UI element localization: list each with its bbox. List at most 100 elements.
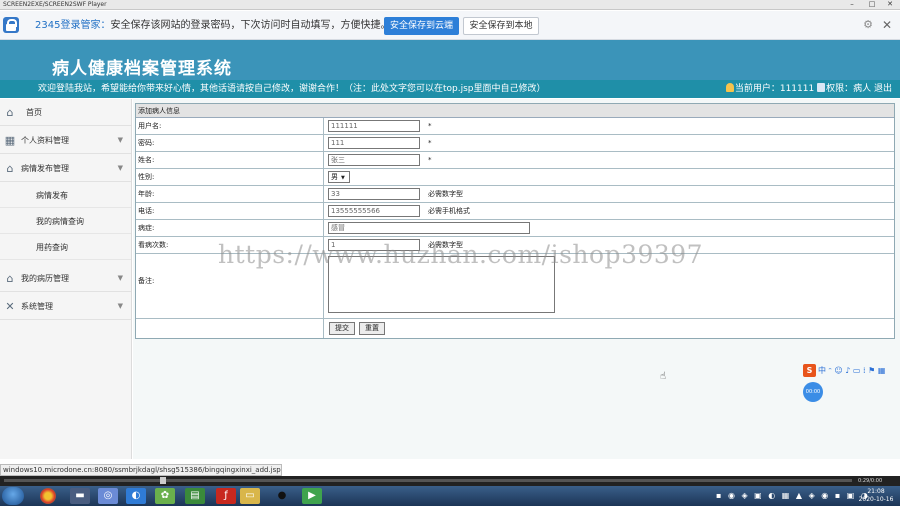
watermark: https://www.huzhan.com/ishop39397 bbox=[218, 240, 704, 269]
sidebar-item-profile[interactable]: ▦ 个人资料管理 ▼ bbox=[0, 127, 131, 154]
password-manager-bar: 2345登录管家：安全保存该网站的登录密码，下次访问时自动填写，方便快捷。 安全… bbox=[0, 11, 900, 40]
seek-knob[interactable] bbox=[160, 477, 166, 484]
excel-icon[interactable]: ▤ bbox=[185, 488, 205, 504]
lock-icon bbox=[3, 17, 19, 33]
gender-value: 男 bbox=[331, 173, 338, 181]
name-input[interactable]: 张三 bbox=[328, 154, 420, 166]
form-row-age: 年龄: 33 必需数字型 bbox=[136, 186, 894, 203]
required-mark: * bbox=[428, 139, 432, 147]
sidebar-item-records[interactable]: ⌂ 我的病历管理 ▼ bbox=[0, 265, 131, 292]
chevron-down-icon: ▼ bbox=[117, 136, 123, 144]
gender-select[interactable]: 男 ▼ bbox=[328, 171, 350, 183]
field-hint: 必需数字型 bbox=[428, 190, 463, 198]
form-row-password: 密码: 111 * bbox=[136, 135, 894, 152]
chrome-icon[interactable] bbox=[40, 488, 56, 504]
player-time: 0:29/0:00 bbox=[858, 478, 883, 484]
patient-form: 添加病人信息 用户名: 111111 * 密码: 111 * 姓名: 张三 * … bbox=[135, 103, 895, 339]
folder-icon[interactable]: ▬ bbox=[70, 488, 90, 504]
taskbar: ▬ ◎ ◐ ✿ ▤ ƒ ▭ ● ▶ ▪ ◉ ◈ ▣ ◐ ▦ ▲ ◈ ◉ ▪ ▣ … bbox=[0, 486, 900, 506]
role-label: 权限： bbox=[826, 84, 854, 94]
username-input[interactable]: 111111 bbox=[328, 120, 420, 132]
user-info: 当前用户：111111 权限：病人 退出 bbox=[725, 80, 892, 98]
home-icon: ⌂ bbox=[6, 162, 14, 175]
hand-cursor-icon: ☝ bbox=[660, 371, 667, 382]
window-close-button[interactable]: ✕ bbox=[880, 0, 900, 9]
field-label: 性别: bbox=[138, 169, 324, 185]
sidebar-item-label: 我的病历管理 bbox=[21, 274, 69, 283]
flash-icon[interactable]: ƒ bbox=[216, 488, 236, 504]
clock-date: 2020-10-16 bbox=[858, 496, 894, 503]
actions-label-cell bbox=[138, 319, 324, 338]
submit-button[interactable]: 提交 bbox=[329, 322, 355, 335]
player-seek-bar[interactable]: 0:29/0:00 bbox=[0, 476, 900, 486]
form-row-gender: 性别: 男 ▼ bbox=[136, 169, 894, 186]
illness-input[interactable]: 感冒 bbox=[328, 222, 530, 234]
chevron-down-icon: ▼ bbox=[117, 302, 123, 310]
main-content: 添加病人信息 用户名: 111111 * 密码: 111 * 姓名: 张三 * … bbox=[133, 99, 900, 459]
sidebar: ⌂ 首页 ▦ 个人资料管理 ▼ ⌂ 病情发布管理 ▼ 病情发布 我的病情查询 用… bbox=[0, 99, 132, 459]
chevron-down-icon: ▼ bbox=[341, 175, 345, 181]
hand-cursor-icon: ☝ bbox=[61, 193, 67, 203]
paint-icon[interactable]: ✿ bbox=[155, 488, 175, 504]
age-input[interactable]: 33 bbox=[328, 188, 420, 200]
required-mark: * bbox=[428, 122, 432, 130]
gear-icon[interactable]: ⚙ bbox=[862, 19, 874, 31]
home-icon: ⌂ bbox=[6, 272, 14, 285]
maximize-button[interactable]: □ bbox=[862, 0, 882, 9]
welcome-bar: 欢迎登陆我站，希望能给你带来好心情，其他话语请按自己修改，谢谢合作！（注：此处文… bbox=[0, 80, 900, 98]
sidebar-subitem-label: 我的病情查询 bbox=[36, 217, 84, 226]
sogou-logo-icon: S bbox=[803, 364, 816, 377]
browser-icon[interactable]: ◐ bbox=[126, 488, 146, 504]
form-caption: 添加病人信息 bbox=[136, 104, 894, 118]
password-manager-text: 安全保存该网站的登录密码，下次访问时自动填写，方便快捷。 bbox=[110, 20, 391, 31]
seek-track[interactable] bbox=[4, 479, 852, 482]
phone-input[interactable]: 13555555566 bbox=[328, 205, 420, 217]
field-label: 病症: bbox=[138, 220, 324, 236]
clock[interactable]: 21:08 2020-10-16 bbox=[856, 488, 896, 504]
user-icon bbox=[725, 83, 734, 92]
chevron-down-icon: ▼ bbox=[117, 274, 123, 282]
role-icon bbox=[817, 83, 826, 92]
form-row-actions: 提交 重置 bbox=[136, 319, 894, 338]
password-manager-brand: 2345登录管家： bbox=[35, 20, 111, 31]
form-row-name: 姓名: 张三 * bbox=[136, 152, 894, 169]
sidebar-subitem-query[interactable]: 我的病情查询 bbox=[0, 209, 131, 234]
current-user-label: 当前用户： bbox=[734, 84, 780, 94]
explorer-icon[interactable]: ▭ bbox=[240, 488, 260, 504]
form-row-username: 用户名: 111111 * bbox=[136, 118, 894, 135]
ime-toolbar-items[interactable]: 中 ᵔ ☺ ♪ ▭ ⁞ ⚑ ▦ bbox=[818, 364, 885, 378]
player-title: SCREEN2EXE/SCREEN2SWF Player bbox=[3, 1, 107, 8]
sidebar-item-condition[interactable]: ⌂ 病情发布管理 ▼ bbox=[0, 155, 131, 182]
reset-button[interactable]: 重置 bbox=[359, 322, 385, 335]
home-icon: ⌂ bbox=[6, 106, 14, 119]
app-header: 病人健康档案管理系统 bbox=[0, 40, 900, 80]
qq-icon[interactable]: ● bbox=[272, 488, 292, 504]
start-button[interactable] bbox=[2, 487, 24, 505]
field-label: 姓名: bbox=[138, 152, 324, 168]
close-icon[interactable]: ✕ bbox=[881, 19, 893, 31]
recording-timer-bubble[interactable]: 00:00 bbox=[803, 382, 823, 402]
save-to-local-button[interactable]: 安全保存到本地 bbox=[463, 17, 539, 35]
current-user: 111111 bbox=[779, 84, 815, 94]
form-row-phone: 电话: 13555555566 必需手机格式 bbox=[136, 203, 894, 220]
sidebar-subitem-medicine[interactable]: 用药查询 bbox=[0, 235, 131, 260]
system-tray[interactable]: ▪ ◉ ◈ ▣ ◐ ▦ ▲ ◈ ◉ ▪ ▣ ◑ bbox=[716, 490, 870, 502]
chevron-down-icon: ▼ bbox=[117, 164, 123, 172]
welcome-text: 欢迎登陆我站，希望能给你带来好心情，其他话语请按自己修改，谢谢合作！（注：此处文… bbox=[38, 84, 546, 94]
field-label: 密码: bbox=[138, 135, 324, 151]
player-title-bar: SCREEN2EXE/SCREEN2SWF Player – □ ✕ bbox=[0, 0, 900, 10]
tools-icon: ✕ bbox=[5, 300, 15, 313]
sidebar-item-label: 个人资料管理 bbox=[21, 136, 69, 145]
sidebar-item-home[interactable]: ⌂ 首页 bbox=[0, 99, 131, 126]
password-manager-message: 2345登录管家：安全保存该网站的登录密码，下次访问时自动填写，方便快捷。 bbox=[35, 11, 390, 40]
player-icon[interactable]: ▶ bbox=[302, 488, 322, 504]
ime-toolbar[interactable]: S 中 ᵔ ☺ ♪ ▭ ⁞ ⚑ ▦ bbox=[803, 364, 899, 378]
sidebar-item-label: 病情发布管理 bbox=[21, 164, 69, 173]
minimize-button[interactable]: – bbox=[842, 0, 862, 9]
media-icon[interactable]: ◎ bbox=[98, 488, 118, 504]
sidebar-subitem-label: 用药查询 bbox=[36, 243, 68, 252]
password-input[interactable]: 111 bbox=[328, 137, 420, 149]
save-to-cloud-button[interactable]: 安全保存到云端 bbox=[384, 17, 459, 35]
logout-link[interactable]: 退出 bbox=[874, 84, 892, 94]
sidebar-item-system[interactable]: ✕ 系统管理 ▼ bbox=[0, 293, 131, 320]
